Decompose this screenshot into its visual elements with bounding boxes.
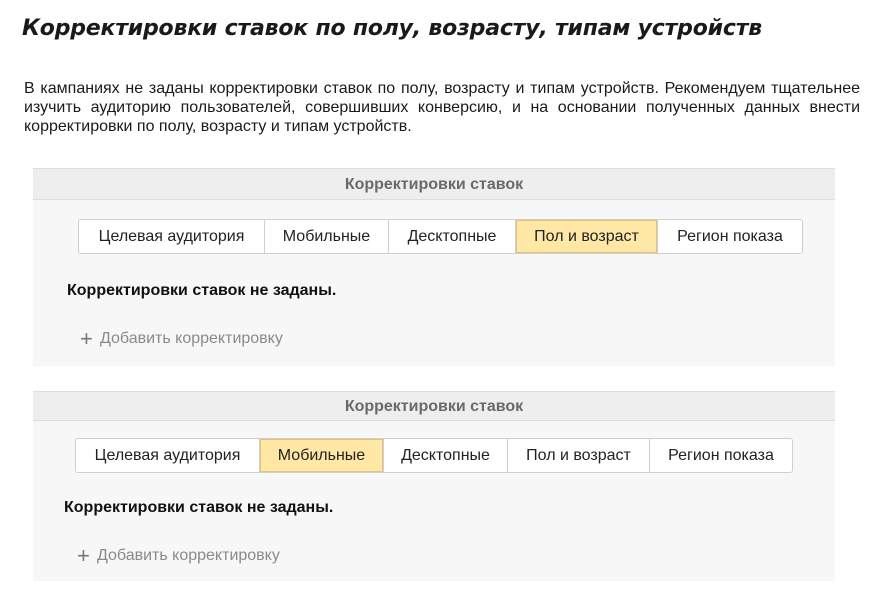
panel-header: Корректировки ставок bbox=[33, 391, 835, 421]
intro-text: В кампаниях не заданы корректировки став… bbox=[24, 80, 860, 135]
tab-gender-age[interactable]: Пол и возраст bbox=[508, 439, 650, 472]
empty-message: Корректировки ставок не заданы. bbox=[67, 282, 337, 299]
tab-desktop[interactable]: Десктопные bbox=[384, 439, 508, 472]
panel-header: Корректировки ставок bbox=[33, 168, 835, 200]
plus-icon: + bbox=[77, 543, 90, 568]
tab-mobile[interactable]: Мобильные bbox=[265, 220, 389, 253]
tab-target-audience[interactable]: Целевая аудитория bbox=[76, 439, 260, 472]
bid-adjustments-panel-1: Корректировки ставок Целевая аудитория М… bbox=[33, 168, 835, 366]
tab-bar: Целевая аудитория Мобильные Десктопные П… bbox=[78, 219, 803, 254]
bid-adjustments-panel-2: Корректировки ставок Целевая аудитория М… bbox=[33, 391, 835, 581]
page-title: Корректировки ставок по полу, возрасту, … bbox=[22, 16, 762, 41]
tab-bar: Целевая аудитория Мобильные Десктопные П… bbox=[75, 438, 793, 473]
plus-icon: + bbox=[80, 326, 93, 351]
add-adjustment-label: Добавить корректировку bbox=[97, 547, 280, 564]
add-adjustment-link[interactable]: + Добавить корректировку bbox=[80, 326, 283, 351]
tab-target-audience[interactable]: Целевая аудитория bbox=[79, 220, 265, 253]
empty-message: Корректировки ставок не заданы. bbox=[64, 499, 334, 516]
tab-desktop[interactable]: Десктопные bbox=[389, 220, 516, 253]
tab-region[interactable]: Регион показа bbox=[650, 439, 792, 472]
tab-region[interactable]: Регион показа bbox=[658, 220, 802, 253]
tab-gender-age[interactable]: Пол и возраст bbox=[516, 220, 658, 253]
add-adjustment-label: Добавить корректировку bbox=[100, 330, 283, 347]
add-adjustment-link[interactable]: + Добавить корректировку bbox=[77, 543, 280, 568]
tab-mobile[interactable]: Мобильные bbox=[260, 439, 384, 472]
